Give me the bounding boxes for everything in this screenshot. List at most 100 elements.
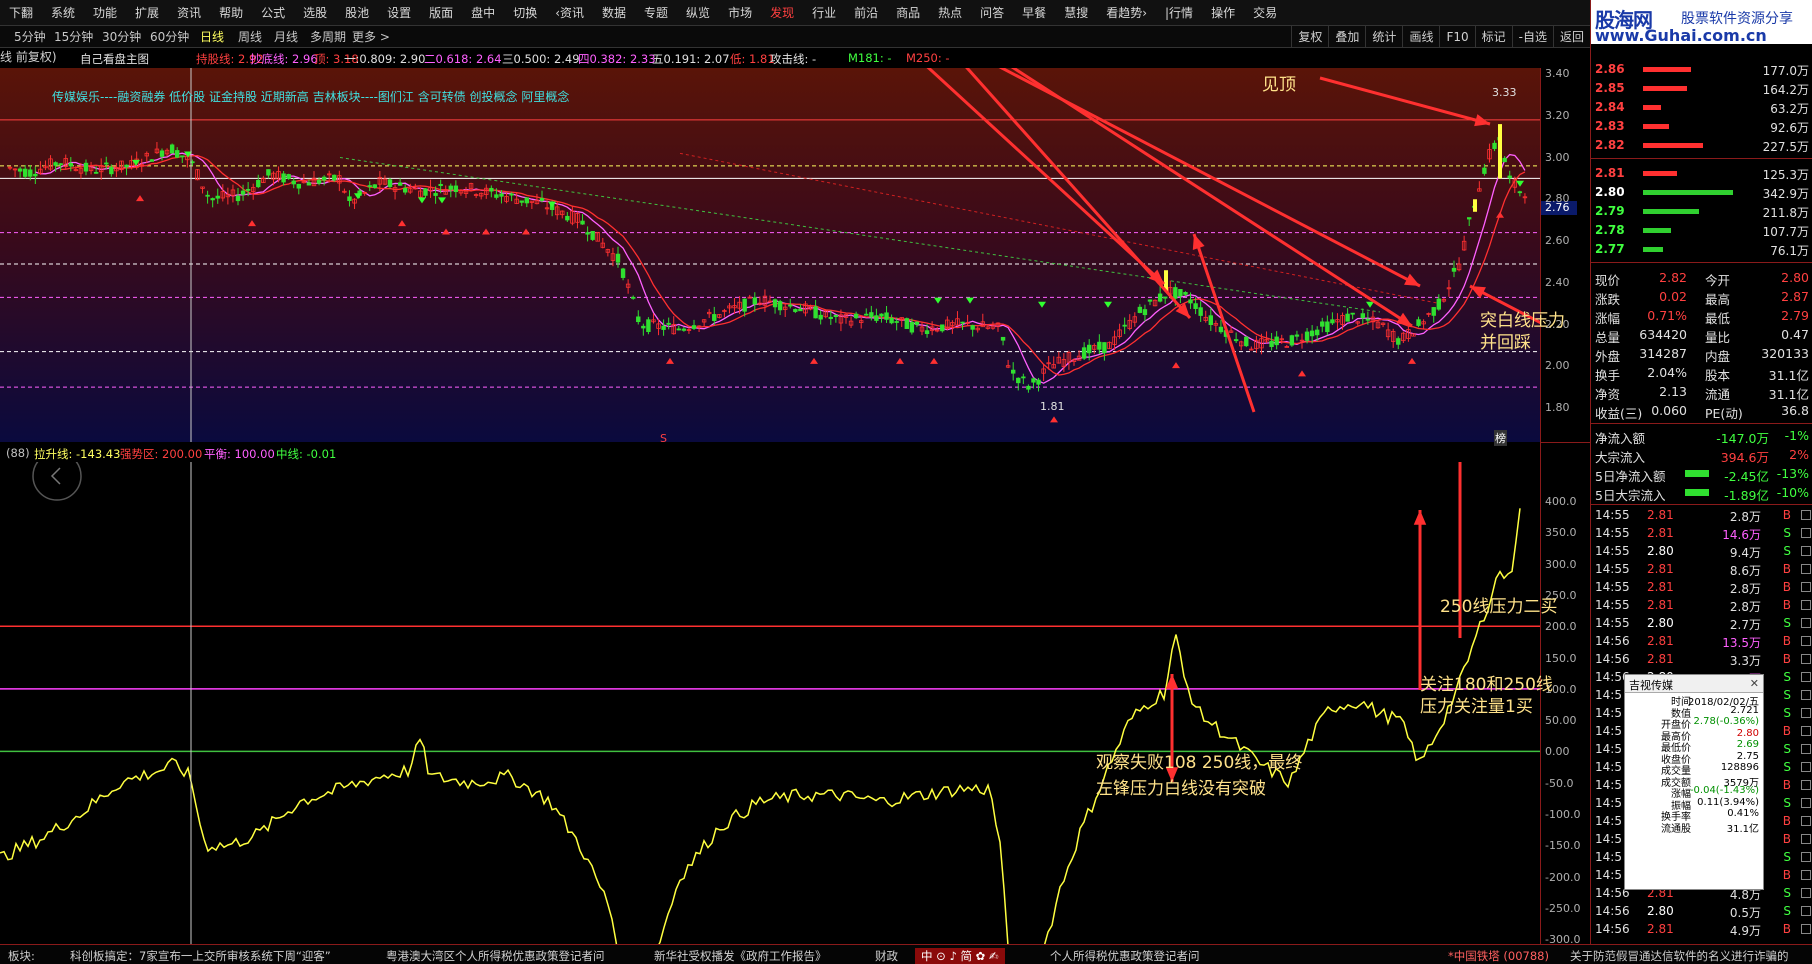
menu-item[interactable]: 公式 xyxy=(252,0,294,26)
period-tab[interactable]: 多周期 xyxy=(310,26,346,48)
candle-body xyxy=(853,313,859,319)
menu-item[interactable]: 选股 xyxy=(294,0,336,26)
menu-item[interactable]: 专题 xyxy=(635,0,677,26)
tool-button[interactable]: 统计 xyxy=(1365,26,1402,48)
menu-item[interactable]: 早餐 xyxy=(1013,0,1055,26)
menu-item[interactable]: 前沿 xyxy=(845,0,887,26)
orderbook-buy-row[interactable]: 2.80 342.9万 xyxy=(1591,183,1812,202)
news-item[interactable]: 粤港澳大湾区个人所得税优惠政策登记者问 xyxy=(386,948,605,964)
kchart-indicator-values: 自己看盘主图 持股线: 2.92 抄底线: 2.96 顶: 3.18 一:0.809: … xyxy=(0,48,1540,68)
period-tab[interactable]: 周线 xyxy=(238,26,262,48)
orderbook-buy-row[interactable]: 2.79 211.8万 xyxy=(1591,202,1812,221)
candle-body xyxy=(453,185,459,193)
tool-button[interactable]: 叠加 xyxy=(1328,26,1365,48)
news-item[interactable]: 关于防范假冒通达信软件的名义进行诈骗的 xyxy=(1570,948,1789,964)
menu-item[interactable]: 切换 xyxy=(504,0,546,26)
news-item[interactable]: 板块: xyxy=(8,948,35,964)
tool-button[interactable]: 返回 xyxy=(1552,26,1590,48)
candle-body xyxy=(180,155,185,158)
trade-time: 14:55 xyxy=(1595,562,1630,576)
menu-item[interactable]: 数据 xyxy=(593,0,635,26)
tooltip-row: 最低价 2.69 xyxy=(1625,739,1763,754)
trade-side: S xyxy=(1783,688,1791,702)
candle-body xyxy=(169,144,175,154)
tool-button[interactable]: 标记 xyxy=(1474,26,1512,48)
close-icon[interactable]: ✕ xyxy=(1750,677,1759,690)
period-tab[interactable]: 60分钟 xyxy=(150,26,189,48)
menu-item[interactable]: ‹资讯 xyxy=(546,0,593,26)
menu-item[interactable]: 帮助 xyxy=(210,0,252,26)
candlestick-chart[interactable] xyxy=(0,68,1540,442)
orderbook-buy-row[interactable]: 2.77 76.1万 xyxy=(1591,240,1812,259)
candle-body xyxy=(712,314,717,321)
menu-item[interactable]: 操作 xyxy=(1202,0,1244,26)
news-item[interactable]: *中国铁塔 (00788) xyxy=(1448,948,1549,964)
orderbook-buy-row[interactable]: 2.78 107.7万 xyxy=(1591,221,1812,240)
candle-body xyxy=(1325,321,1330,333)
quote-value: 320133 xyxy=(1761,346,1809,361)
indicator-tick: -50.0 xyxy=(1545,776,1574,790)
candle-body xyxy=(879,313,884,317)
period-tab[interactable]: 5分钟 xyxy=(14,26,46,48)
menu-item[interactable]: 系统 xyxy=(42,0,84,26)
menu-item[interactable]: 看趋势› xyxy=(1097,0,1156,26)
buy-volume: 342.9万 xyxy=(1762,187,1809,201)
sell-volume: 63.2万 xyxy=(1770,102,1809,116)
news-item[interactable]: 新华社受权播发《政府工作报告》 xyxy=(654,948,827,964)
trade-price: 2.81 xyxy=(1647,562,1674,576)
news-item[interactable]: 科创板搞定：7家宣布一上交所审核系统下周“迎客” xyxy=(70,948,331,964)
chart-title-left: 线 前复权) xyxy=(0,50,57,64)
candle-body xyxy=(1416,319,1421,326)
news-item[interactable]: 中 ⊙ ♪ 简 ✿ ✍ xyxy=(915,948,1005,964)
period-tab[interactable]: 更多 > xyxy=(352,26,390,48)
news-item[interactable]: 个人所得税优惠政策登记者问 xyxy=(1050,948,1200,964)
menu-item[interactable]: 功能 xyxy=(84,0,126,26)
period-tab[interactable]: 30分钟 xyxy=(102,26,141,48)
data-tooltip-window[interactable]: 吉视传媒 ✕ 时间 2018/02/02/五 数值 2.721 开盘价 2.78(-0.3… xyxy=(1624,674,1764,890)
menu-item[interactable]: 下翻 xyxy=(0,0,42,26)
menu-item[interactable]: 热点 xyxy=(929,0,971,26)
menu-item[interactable]: 行业 xyxy=(803,0,845,26)
news-item[interactable]: 财政 xyxy=(875,948,898,964)
menu-item[interactable]: 问答 xyxy=(971,0,1013,26)
scroll-indicator xyxy=(1801,582,1811,592)
menu-item[interactable]: 市场 xyxy=(719,0,761,26)
menu-item[interactable]: 扩展 xyxy=(126,0,168,26)
menu-item[interactable]: 商品 xyxy=(887,0,929,26)
menu-item[interactable]: 交易 xyxy=(1244,0,1286,26)
menu-item[interactable]: 股池 xyxy=(336,0,378,26)
menu-item[interactable]: |行情 xyxy=(1156,0,1202,26)
menu-item[interactable]: 设置 xyxy=(378,0,420,26)
menu-item[interactable]: 盘中 xyxy=(462,0,504,26)
candle-body xyxy=(332,174,337,181)
orderbook-sell-row[interactable]: 2.83 92.6万 xyxy=(1591,117,1812,136)
orderbook-sell-row[interactable]: 2.82 227.5万 xyxy=(1591,136,1812,155)
period-tab[interactable]: 15分钟 xyxy=(54,26,93,48)
menu-item[interactable]: 版面 xyxy=(420,0,462,26)
orderbook-sell-row[interactable]: 2.84 63.2万 xyxy=(1591,98,1812,117)
orderbook-sell-row[interactable]: 2.85 164.2万 xyxy=(1591,79,1812,98)
candle-body xyxy=(1304,331,1310,341)
tool-button[interactable]: -自选 xyxy=(1511,26,1553,48)
period-tab[interactable]: 日线 xyxy=(200,26,224,48)
candle-body xyxy=(266,169,271,176)
indicator-chart[interactable] xyxy=(0,462,1540,944)
menu-item[interactable]: 慧搜 xyxy=(1055,0,1097,26)
orderbook-sell-row[interactable]: 2.86 177.0万 xyxy=(1591,60,1812,79)
indicator-tick: 150.0 xyxy=(1545,651,1577,665)
candle-body xyxy=(306,182,312,186)
trade-volume: 2.7万 xyxy=(1729,618,1761,632)
tooltip-row: 换手率 0.41% xyxy=(1625,808,1763,823)
tool-button[interactable]: 复权 xyxy=(1291,26,1328,48)
candle-body xyxy=(499,193,504,197)
menu-item[interactable]: 资讯 xyxy=(168,0,210,26)
orderbook-buy-row[interactable]: 2.81 125.3万 xyxy=(1591,164,1812,183)
menu-item[interactable]: 纵览 xyxy=(677,0,719,26)
menu-item[interactable]: 发现 xyxy=(761,0,803,26)
news-ticker[interactable]: 板块: 科创板搞定：7家宣布一上交所审核系统下周“迎客” 粤港澳大湾区个人所得税优惠… xyxy=(0,944,1812,964)
period-tab[interactable]: 月线 xyxy=(274,26,298,48)
tool-button[interactable]: F10 xyxy=(1439,26,1474,48)
candle-body xyxy=(1087,344,1092,354)
tool-button[interactable]: 画线 xyxy=(1402,26,1439,48)
candle-body xyxy=(1233,339,1239,342)
